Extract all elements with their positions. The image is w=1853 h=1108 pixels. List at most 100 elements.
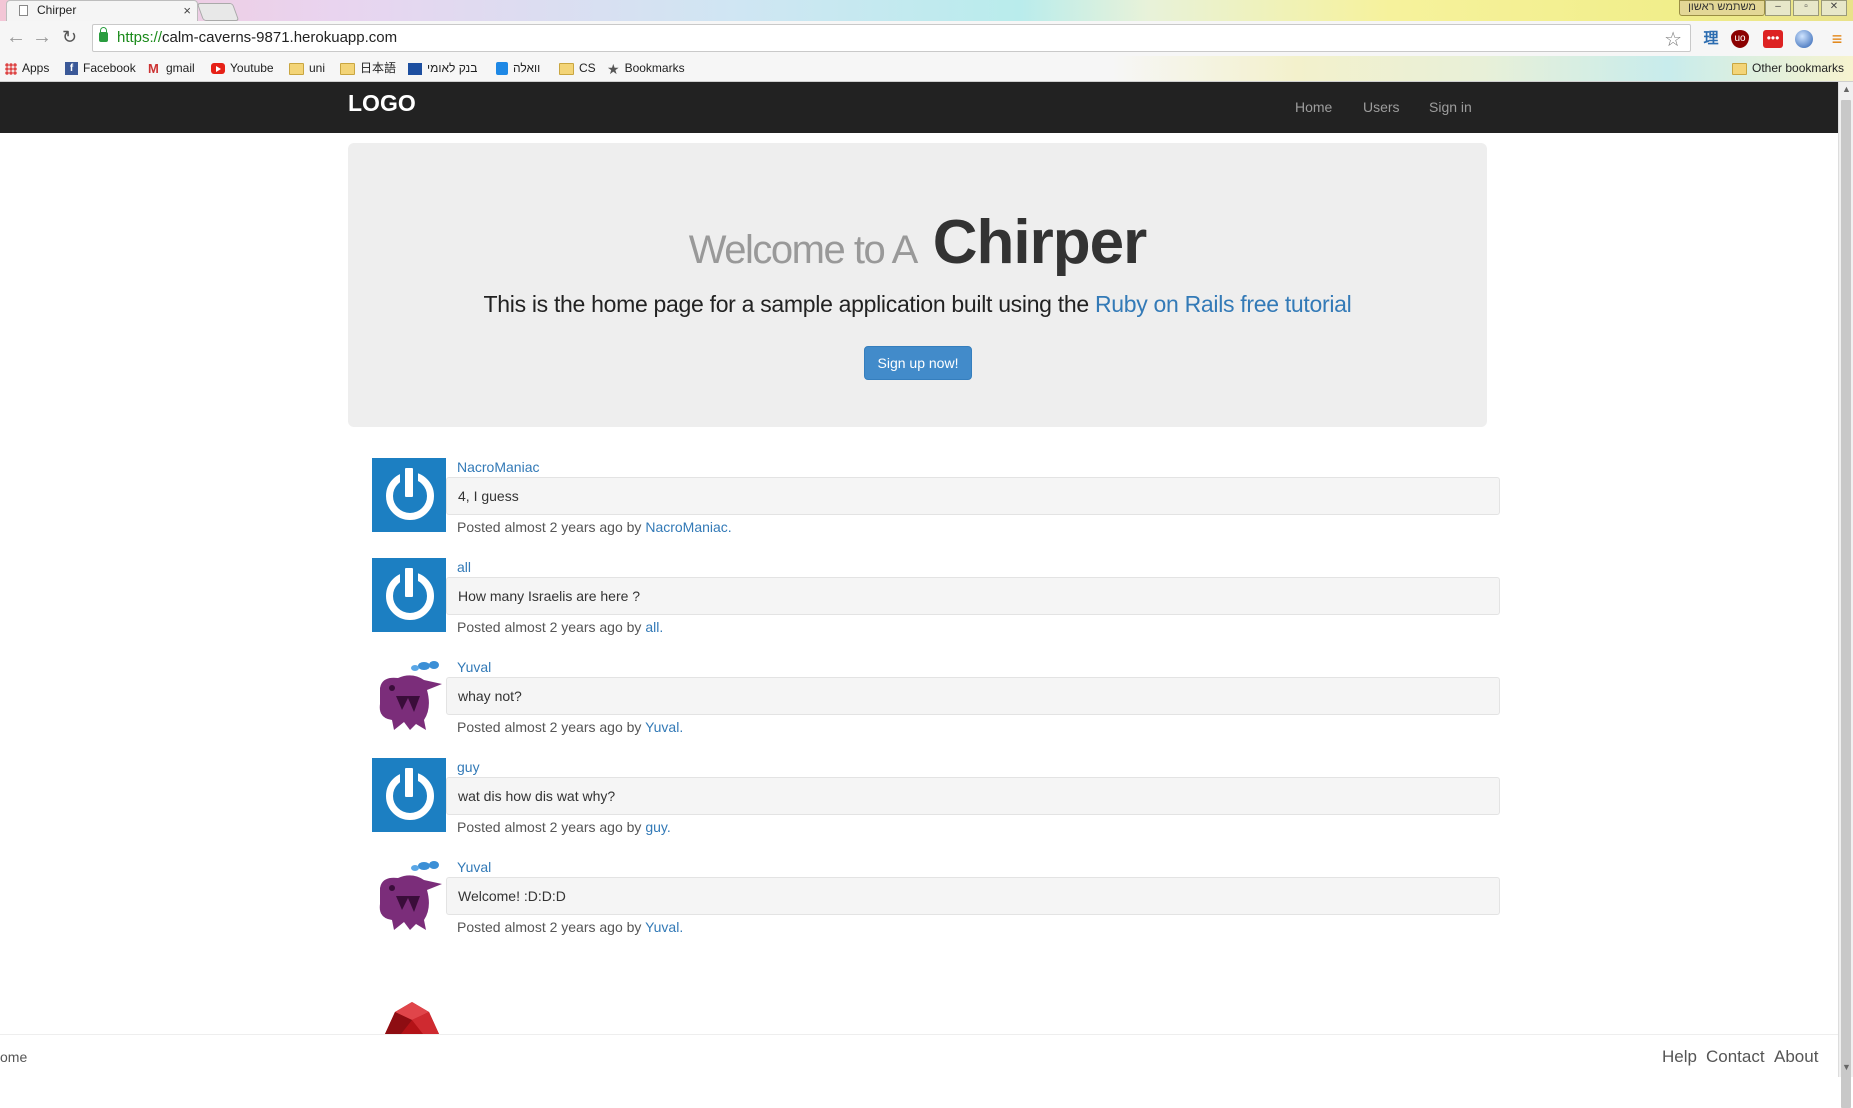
bookmark-gmail[interactable]: Mgmail — [148, 56, 195, 81]
close-window-button[interactable]: ✕ — [1821, 0, 1847, 16]
bookmark-bookmarks[interactable]: ★ Bookmarks — [607, 56, 685, 81]
tab-title: Chirper — [37, 3, 77, 17]
post-content: Welcome! :D:D:D — [446, 877, 1500, 915]
feed-item: Yuval Welcome! :D:D:D Posted almost 2 ye… — [372, 855, 1504, 955]
page-icon — [19, 5, 28, 16]
browser-tab-strip: Chirper × משתמש ראשון – ▫ ✕ — [0, 0, 1853, 21]
post-author-link[interactable]: all. — [645, 619, 663, 635]
site-navbar: LOGO Home Users Sign in — [0, 82, 1838, 133]
hero-jumbotron: Welcome to A Chirper This is the home pag… — [348, 143, 1487, 427]
address-bar[interactable]: https:// calm-caverns-9871.herokuapp.com… — [92, 24, 1691, 52]
post-content: wat dis how dis wat why? — [446, 777, 1500, 815]
restore-button[interactable]: ▫ — [1793, 0, 1819, 16]
page-scrollbar[interactable]: ▲ ▼ — [1838, 82, 1853, 1108]
welcome-heading: Welcome to A Chirper — [348, 207, 1487, 278]
post-author-link[interactable]: guy. — [645, 819, 670, 835]
post-timestamp: Posted almost 2 years ago by Yuval. — [457, 919, 684, 935]
facebook-icon: f — [65, 62, 78, 76]
site-footer: ome Help Contact About — [0, 1034, 1838, 1078]
monster-icon[interactable] — [372, 858, 446, 932]
bank-icon — [408, 62, 422, 75]
bookmark-facebook[interactable]: f Facebook — [65, 56, 136, 81]
menu-icon[interactable]: ≡ — [1826, 28, 1848, 50]
post-content: How many Israelis are here ? — [446, 577, 1500, 615]
post-username[interactable]: Yuval — [457, 859, 491, 875]
post-username[interactable]: all — [457, 559, 471, 575]
url-scheme: https:// — [117, 29, 163, 46]
walla-icon — [496, 62, 508, 76]
signup-button[interactable]: Sign up now! — [864, 346, 972, 380]
url-host: calm-caverns-9871.herokuapp.com — [162, 29, 398, 46]
bookmarks-bar: Apps f Facebook Mgmail Youtube uni 日本語 בנ… — [0, 56, 1853, 82]
nav-users-link[interactable]: Users — [1363, 99, 1400, 115]
folder-icon — [340, 62, 355, 75]
intro-paragraph: This is the home page for a sample appli… — [348, 291, 1487, 318]
power-icon[interactable] — [372, 758, 446, 832]
bookmark-uni[interactable]: uni — [289, 56, 325, 81]
star-icon: ★ — [607, 60, 620, 77]
intro-text: This is the home page for a sample appli… — [483, 291, 1095, 317]
post-author-link[interactable]: NacroManiac. — [645, 519, 731, 535]
footer-about-link[interactable]: About — [1774, 1047, 1818, 1067]
minimize-button[interactable]: – — [1765, 0, 1791, 16]
post-timestamp: Posted almost 2 years ago by NacroManiac… — [457, 519, 732, 535]
bookmark-cs[interactable]: CS — [559, 56, 596, 81]
bookmark-bank[interactable]: בנק לאומי — [408, 56, 477, 81]
lastpass-extension-icon[interactable]: ••• — [1763, 30, 1783, 48]
globe-extension-icon[interactable] — [1795, 30, 1813, 48]
youtube-icon — [211, 63, 225, 75]
window-controls: – ▫ ✕ — [1765, 0, 1847, 16]
welcome-prefix: Welcome to A — [688, 228, 919, 272]
back-arrow-icon[interactable]: ← — [6, 27, 26, 47]
post-timestamp: Posted almost 2 years ago by guy. — [457, 819, 671, 835]
folder-icon — [289, 62, 304, 75]
brand-title: Chirper — [932, 208, 1147, 277]
feed-item: NacroManiac 4, I guess Posted almost 2 y… — [372, 455, 1504, 555]
post-username[interactable]: Yuval — [457, 659, 491, 675]
feed-item: guy wat dis how dis wat why? Posted almo… — [372, 755, 1504, 855]
forward-arrow-icon[interactable]: → — [32, 27, 52, 47]
scroll-down-arrow-icon[interactable]: ▼ — [1842, 1062, 1851, 1072]
monster-icon[interactable] — [372, 658, 446, 732]
lock-icon — [99, 27, 108, 42]
post-author-link[interactable]: Yuval. — [645, 719, 683, 735]
site-logo[interactable]: LOGO — [348, 90, 416, 117]
apps-grid-icon — [5, 62, 17, 75]
bookmark-apps[interactable]: Apps — [5, 56, 49, 81]
footer-contact-link[interactable]: Contact — [1706, 1047, 1765, 1067]
browser-toolbar: ← → ↻ https:// calm-caverns-9871.herokua… — [0, 21, 1853, 56]
power-icon[interactable] — [372, 458, 446, 532]
ublock-extension-icon[interactable]: uo — [1731, 30, 1749, 48]
bookmark-japanese[interactable]: 日本語 — [340, 56, 396, 81]
browser-tab[interactable]: Chirper × — [6, 0, 198, 21]
post-timestamp: Posted almost 2 years ago by all. — [457, 619, 664, 635]
folder-icon — [1732, 62, 1747, 75]
new-tab-button[interactable] — [196, 3, 240, 21]
tab-close-icon[interactable]: × — [183, 1, 191, 20]
footer-help-link[interactable]: Help — [1662, 1047, 1697, 1067]
scrollbar-thumb[interactable] — [1841, 100, 1851, 1108]
bookmark-youtube[interactable]: Youtube — [211, 56, 274, 81]
bookmark-walla[interactable]: וואלה — [496, 56, 540, 81]
post-author-link[interactable]: Yuval. — [645, 919, 683, 935]
post-timestamp: Posted almost 2 years ago by Yuval. — [457, 719, 684, 735]
post-username[interactable]: guy — [457, 759, 480, 775]
bookmark-star-icon[interactable]: ☆ — [1664, 27, 1682, 52]
nav-signin-link[interactable]: Sign in — [1429, 99, 1472, 115]
folder-icon — [559, 62, 574, 75]
ruby-gem-icon — [385, 1002, 439, 1034]
feed-item: all How many Israelis are here ? Posted … — [372, 555, 1504, 655]
footer-home-text[interactable]: ome — [0, 1049, 27, 1065]
reload-icon[interactable]: ↻ — [62, 27, 77, 47]
translate-extension-icon[interactable]: 理 — [1700, 28, 1722, 50]
bookmark-other[interactable]: Other bookmarks — [1732, 56, 1844, 81]
power-icon[interactable] — [372, 558, 446, 632]
gmail-icon: M — [148, 61, 159, 77]
post-username[interactable]: NacroManiac — [457, 459, 539, 475]
post-content: whay not? — [446, 677, 1500, 715]
rails-tutorial-link[interactable]: Ruby on Rails free tutorial — [1095, 291, 1352, 317]
feed-item: Yuval whay not? Posted almost 2 years ag… — [372, 655, 1504, 755]
nav-home-link[interactable]: Home — [1295, 99, 1332, 115]
scroll-up-arrow-icon[interactable]: ▲ — [1842, 84, 1851, 94]
window-profile-badge[interactable]: משתמש ראשון — [1679, 0, 1765, 16]
